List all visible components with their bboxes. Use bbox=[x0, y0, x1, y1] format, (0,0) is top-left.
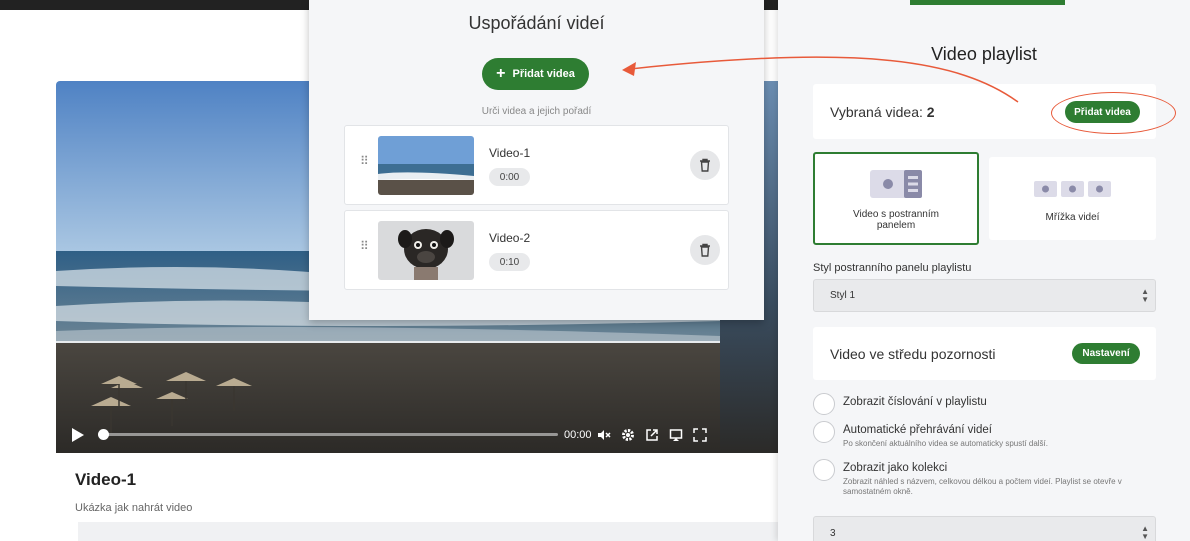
player-controls: 00:00 bbox=[56, 416, 720, 453]
drag-handle-icon[interactable]: ⠿ bbox=[360, 240, 370, 252]
video-duration: 0:00 bbox=[489, 168, 530, 186]
add-videos-button[interactable]: + Přidat videa bbox=[482, 58, 589, 90]
selected-videos-card: Vybraná videa: 2 Přidat videa bbox=[813, 84, 1176, 139]
sidebar-style-select[interactable]: Styl 1 ▲ ▼ bbox=[813, 279, 1156, 312]
selected-videos-text: Vybraná videa: bbox=[830, 104, 923, 120]
video-title: Video-1 bbox=[75, 470, 137, 489]
collection-toggle[interactable] bbox=[813, 459, 835, 481]
share-row bbox=[78, 522, 778, 541]
video-row[interactable]: ⠿ Video-1 0:00 bbox=[344, 125, 729, 205]
columns-value: 3 bbox=[830, 528, 836, 539]
video-duration: 0:10 bbox=[489, 253, 530, 271]
sidebar-style-value: Styl 1 bbox=[830, 290, 856, 301]
popout-icon[interactable] bbox=[640, 423, 664, 447]
option-description: Zobrazit náhled s názvem, celkovou délko… bbox=[843, 477, 1122, 496]
gear-icon[interactable] bbox=[616, 423, 640, 447]
layout-grid-option[interactable]: Mřížka videí bbox=[989, 157, 1156, 240]
play-icon[interactable] bbox=[72, 427, 84, 442]
mute-icon[interactable] bbox=[592, 423, 616, 447]
option-title: Zobrazit jako kolekci bbox=[843, 462, 948, 474]
plus-icon: + bbox=[496, 65, 506, 82]
video-thumbnail bbox=[378, 221, 474, 280]
focus-video-label: Video ve středu pozornosti bbox=[830, 346, 996, 362]
progress-knob[interactable] bbox=[98, 429, 109, 440]
cast-icon[interactable] bbox=[664, 423, 688, 447]
numbering-toggle[interactable] bbox=[813, 393, 835, 415]
video-name: Video-1 bbox=[489, 146, 531, 160]
grid-layout-icon bbox=[1034, 181, 1111, 197]
modal-hint: Urči videa a jejich pořadí bbox=[481, 106, 592, 117]
annotation-circle bbox=[1051, 92, 1176, 134]
layout-grid-label: Mřížka videí bbox=[1045, 212, 1100, 223]
active-tab-indicator bbox=[910, 0, 1065, 5]
layout-sidebar-option[interactable]: Video s postranním panelem bbox=[813, 152, 979, 245]
video-name: Video-2 bbox=[489, 231, 531, 245]
fullscreen-icon[interactable] bbox=[688, 423, 712, 447]
time-display: 00:00 bbox=[564, 428, 592, 441]
layout-sidebar-label: Video s postranním panelem bbox=[853, 209, 939, 231]
focus-video-card: Video ve středu pozornosti Nastavení bbox=[813, 327, 1156, 380]
playlist-settings-panel: Video playlist Vybraná videa: 2 Přidat v… bbox=[778, 0, 1190, 541]
progress-bar[interactable] bbox=[98, 429, 558, 440]
arrange-videos-modal: Uspořádání videí + Přidat videa Urči vid… bbox=[309, 0, 764, 320]
selected-videos-label: Vybraná videa: 2 bbox=[830, 104, 935, 120]
trash-icon[interactable] bbox=[690, 235, 720, 265]
columns-select[interactable]: 3 ▲ ▼ bbox=[813, 516, 1156, 541]
drag-handle-icon[interactable]: ⠿ bbox=[360, 155, 370, 167]
settings-button[interactable]: Nastavení bbox=[1072, 343, 1140, 364]
sidebar-style-label: Styl postranního panelu playlistu bbox=[813, 262, 972, 274]
option-title: Automatické přehrávání videí bbox=[843, 424, 992, 436]
modal-title: Uspořádání videí bbox=[468, 13, 605, 33]
option-title: Zobrazit číslování v playlistu bbox=[843, 396, 987, 408]
select-arrows-icon: ▲ ▼ bbox=[1141, 524, 1149, 541]
select-arrows-icon: ▲ ▼ bbox=[1141, 287, 1149, 304]
panel-title: Video playlist bbox=[931, 44, 1037, 64]
selected-videos-count: 2 bbox=[926, 104, 935, 120]
video-description: Ukázka jak nahrát video bbox=[75, 502, 193, 514]
add-videos-label: Přidat videa bbox=[512, 68, 575, 80]
autoplay-toggle[interactable] bbox=[813, 421, 835, 443]
sidebar-layout-icon bbox=[870, 170, 922, 198]
option-description: Po skončení aktuálního videa se automati… bbox=[843, 439, 1049, 448]
video-row[interactable]: ⠿ Video-2 0:10 bbox=[344, 210, 729, 290]
video-thumbnail bbox=[378, 136, 474, 195]
trash-icon[interactable] bbox=[690, 150, 720, 180]
